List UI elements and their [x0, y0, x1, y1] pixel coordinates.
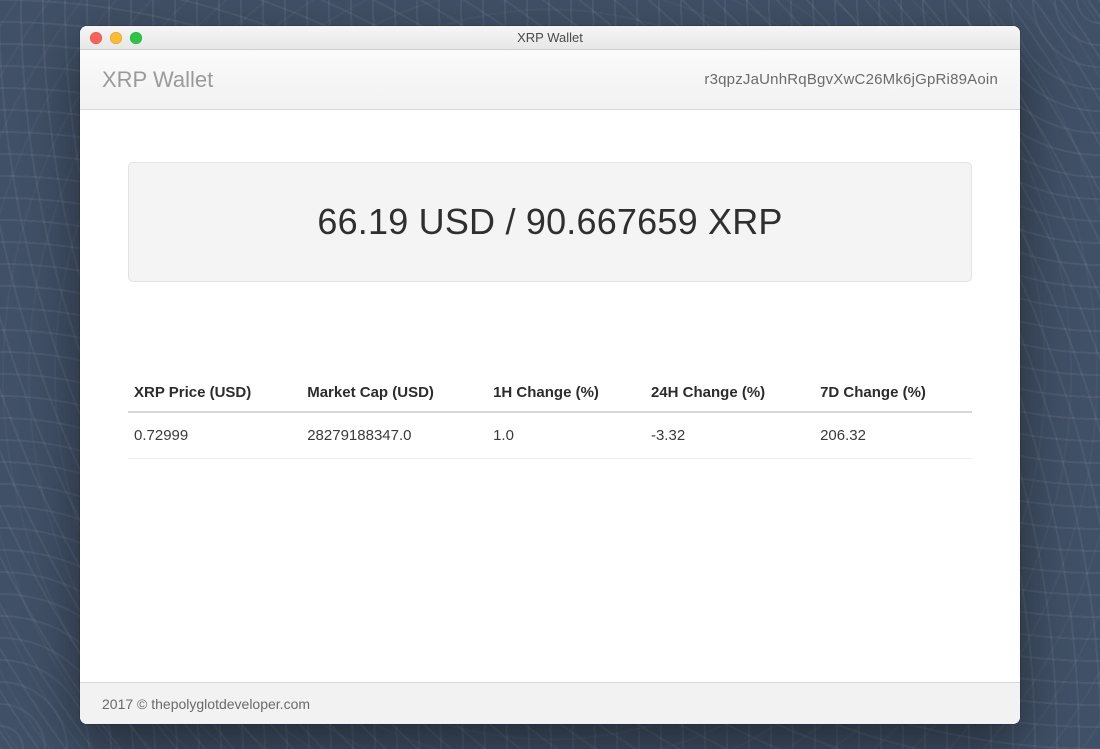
cell-24h: -3.32 — [645, 412, 814, 459]
window-controls — [80, 32, 142, 44]
col-header-price: XRP Price (USD) — [128, 374, 301, 412]
balance-value: 66.19 USD / 90.667659 XRP — [149, 201, 951, 243]
table-row: 0.72999 28279188347.0 1.0 -3.32 206.32 — [128, 412, 972, 459]
app-toolbar: XRP Wallet r3qpzJaUnhRqBgvXwC26Mk6jGpRi8… — [80, 50, 1020, 110]
footer: 2017 © thepolyglotdeveloper.com — [80, 682, 1020, 724]
main-content: 66.19 USD / 90.667659 XRP XRP Price (USD… — [80, 110, 1020, 682]
window-titlebar[interactable]: XRP Wallet — [80, 26, 1020, 50]
col-header-24h: 24H Change (%) — [645, 374, 814, 412]
minimize-icon[interactable] — [110, 32, 122, 44]
footer-text: 2017 © thepolyglotdeveloper.com — [102, 696, 310, 712]
cell-7d: 206.32 — [814, 412, 972, 459]
col-header-marketcap: Market Cap (USD) — [301, 374, 487, 412]
cell-price: 0.72999 — [128, 412, 301, 459]
cell-1h: 1.0 — [487, 412, 645, 459]
col-header-7d: 7D Change (%) — [814, 374, 972, 412]
cell-marketcap: 28279188347.0 — [301, 412, 487, 459]
close-icon[interactable] — [90, 32, 102, 44]
app-title: XRP Wallet — [102, 67, 213, 93]
stats-table: XRP Price (USD) Market Cap (USD) 1H Chan… — [128, 374, 972, 459]
balance-card: 66.19 USD / 90.667659 XRP — [128, 162, 972, 282]
window-title: XRP Wallet — [80, 30, 1020, 45]
app-window: XRP Wallet XRP Wallet r3qpzJaUnhRqBgvXwC… — [80, 26, 1020, 724]
col-header-1h: 1H Change (%) — [487, 374, 645, 412]
table-header-row: XRP Price (USD) Market Cap (USD) 1H Chan… — [128, 374, 972, 412]
maximize-icon[interactable] — [130, 32, 142, 44]
wallet-address: r3qpzJaUnhRqBgvXwC26Mk6jGpRi89Aoin — [704, 71, 998, 88]
